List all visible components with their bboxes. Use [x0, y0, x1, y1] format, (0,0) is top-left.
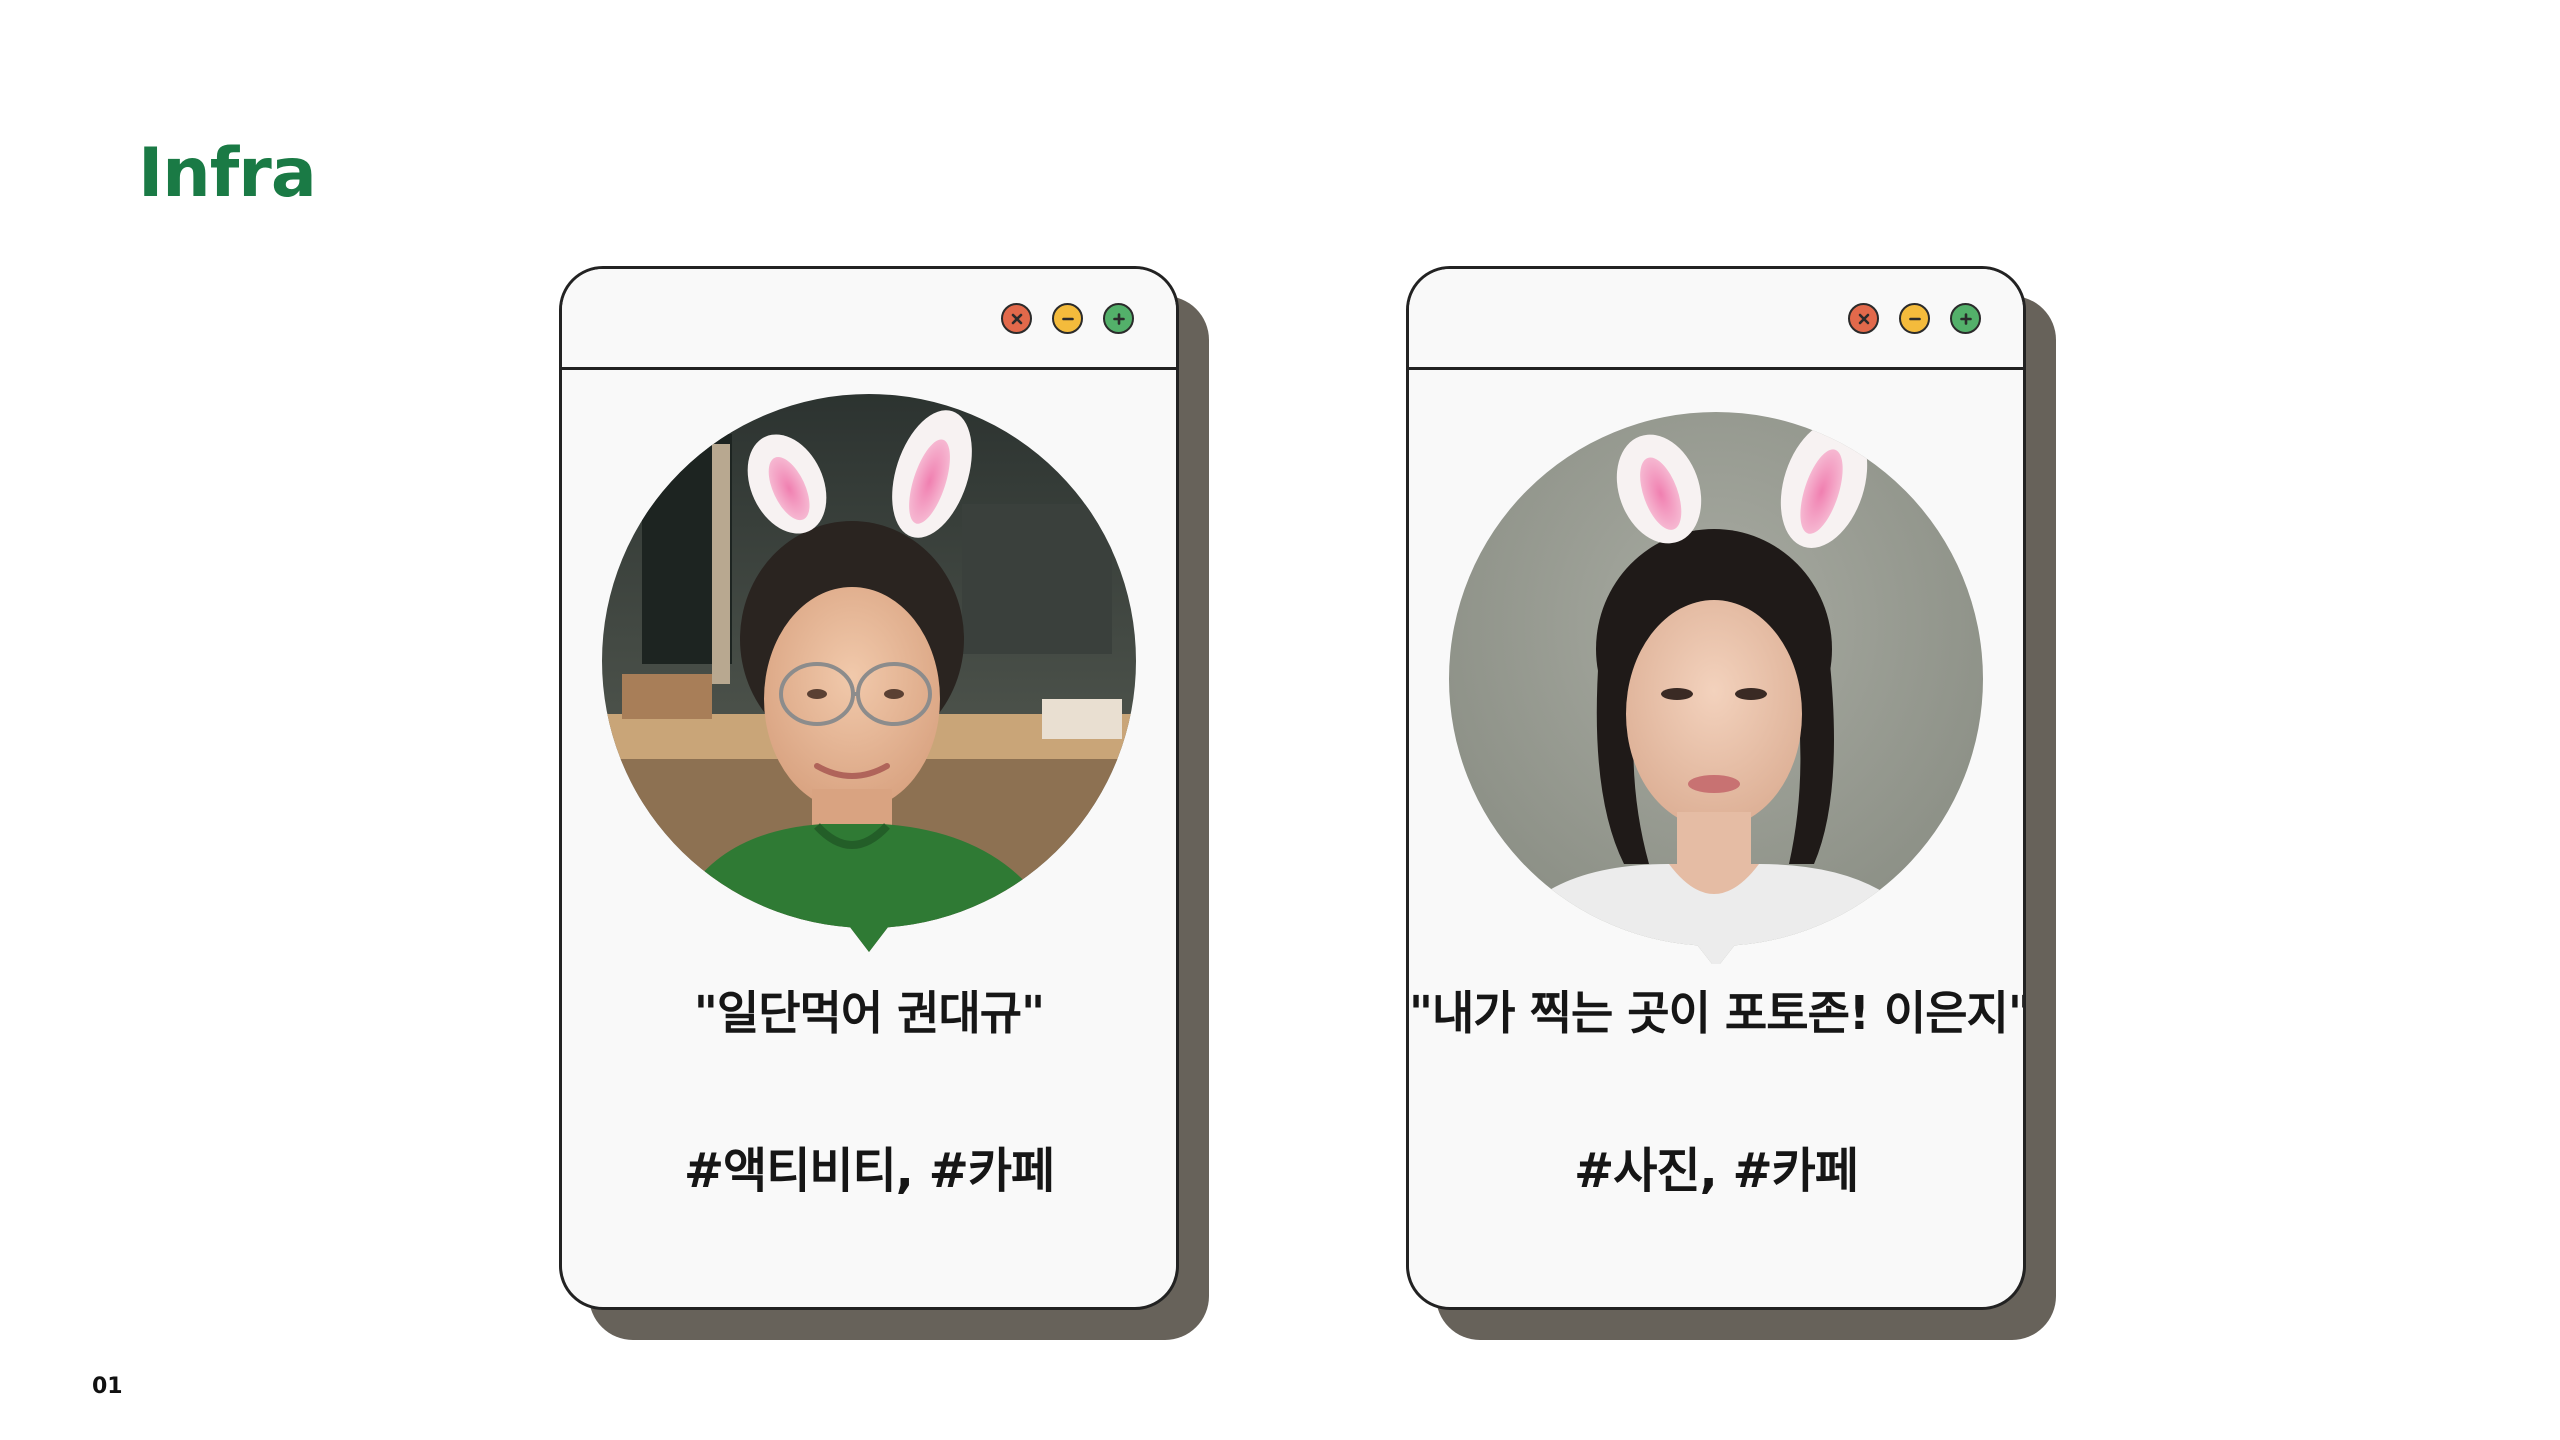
- profile-tags: #액티비티, #카페: [683, 1143, 1055, 1199]
- profile-photo: [602, 394, 1136, 964]
- maximize-icon: [1112, 312, 1125, 325]
- close-icon: [1858, 313, 1869, 324]
- page-number: 01: [92, 1374, 123, 1399]
- window-controls: [1001, 303, 1134, 334]
- profile-quote: "일단먹어 권대규": [693, 986, 1045, 1040]
- close-button[interactable]: [1848, 303, 1879, 334]
- profile-photo: [1449, 394, 1983, 964]
- minimize-button[interactable]: [1899, 303, 1930, 334]
- profile-card-2: "내가 찍는 곳이 포토존! 이은지" #사진, #카페: [1406, 266, 2056, 1340]
- profile-window: "내가 찍는 곳이 포토존! 이은지" #사진, #카페: [1406, 266, 2026, 1310]
- slide: Infra "일단먹어 권대규" #액티비티, #카페 "내가 찍는 곳이 포토…: [0, 0, 2560, 1440]
- window-controls: [1848, 303, 1981, 334]
- profile-quote: "내가 찍는 곳이 포토존! 이은지": [1409, 986, 2026, 1040]
- profile-window: "일단먹어 권대규" #액티비티, #카페: [559, 266, 1179, 1310]
- page-title: Infra: [138, 134, 317, 213]
- minimize-icon: [1061, 317, 1074, 320]
- minimize-button[interactable]: [1052, 303, 1083, 334]
- profile-card-1: "일단먹어 권대규" #액티비티, #카페: [559, 266, 1209, 1340]
- minimize-icon: [1908, 317, 1921, 320]
- close-icon: [1011, 313, 1022, 324]
- maximize-button[interactable]: [1950, 303, 1981, 334]
- maximize-icon: [1959, 312, 1972, 325]
- profile-tags: #사진, #카페: [1573, 1143, 1859, 1199]
- maximize-button[interactable]: [1103, 303, 1134, 334]
- close-button[interactable]: [1001, 303, 1032, 334]
- window-titlebar: [1409, 269, 2023, 370]
- window-titlebar: [562, 269, 1176, 370]
